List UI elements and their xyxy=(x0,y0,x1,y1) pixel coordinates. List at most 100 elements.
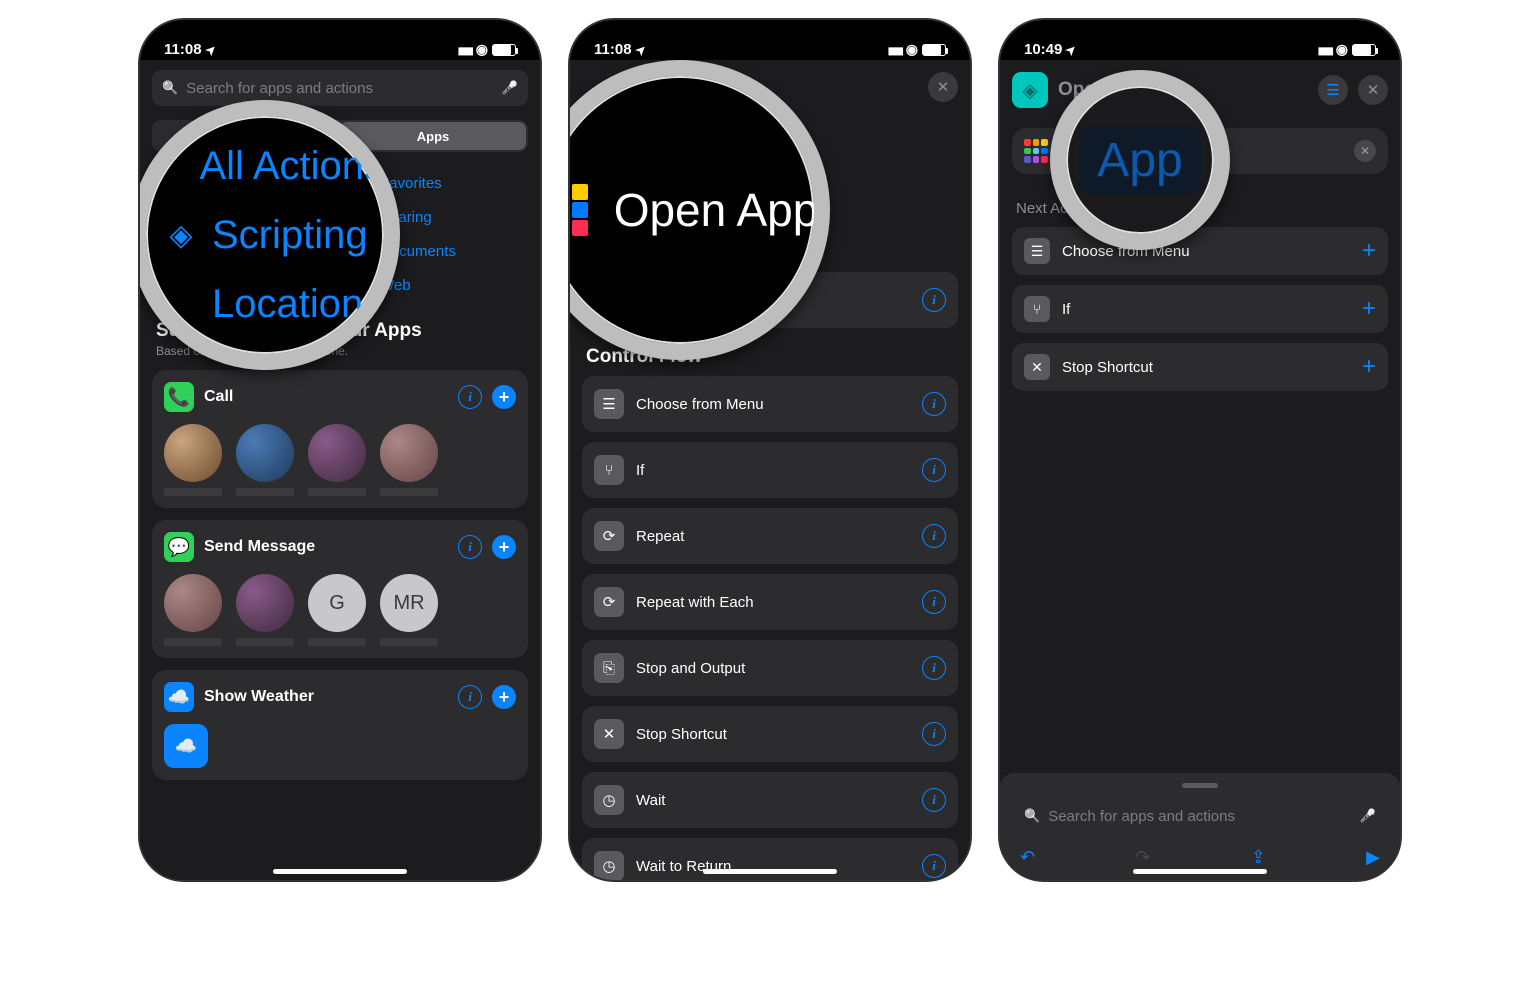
magnifier-lens: All Actions ◈Scripting Location xyxy=(140,100,400,370)
settings-button[interactable]: ☰ xyxy=(1318,75,1348,105)
search-input[interactable] xyxy=(1048,808,1352,825)
cellular-icon xyxy=(458,41,472,58)
row-repeat-each[interactable]: ⟳Repeat with Eachi xyxy=(582,574,958,630)
scripting-icon: ◈ xyxy=(164,218,198,252)
card-title: Call xyxy=(204,388,448,406)
contact-item[interactable] xyxy=(164,424,222,496)
avatar xyxy=(236,424,294,482)
contact-item[interactable] xyxy=(236,574,294,646)
seg-apps[interactable]: Apps xyxy=(340,122,526,150)
redo-button: ↷ xyxy=(1135,847,1150,868)
card-title: Send Message xyxy=(204,538,448,556)
contact-item[interactable]: MR xyxy=(380,574,438,646)
row-stop-shortcut[interactable]: ✕Stop Shortcut+ xyxy=(1012,343,1388,391)
add-button[interactable]: + xyxy=(1362,237,1376,265)
app-grid-icon xyxy=(570,184,588,236)
list-icon xyxy=(164,149,185,183)
card-show-weather[interactable]: ☁️ Show Weather i + ☁️ xyxy=(152,670,528,780)
run-button[interactable]: ▶ xyxy=(1366,847,1380,868)
battery-icon xyxy=(492,44,516,56)
search-bar[interactable] xyxy=(1014,798,1386,834)
weather-shortcut-icon[interactable]: ☁️ xyxy=(164,724,208,768)
close-button[interactable]: ✕ xyxy=(1358,75,1388,105)
add-button[interactable]: + xyxy=(1362,353,1376,381)
phone-screen-2: 11:08 ✕ ☰ en Content i Control Flow ☰Cho… xyxy=(570,20,970,880)
contact-name xyxy=(380,638,438,646)
shortcut-icon[interactable]: ◈ xyxy=(1012,72,1048,108)
info-button[interactable]: i xyxy=(922,458,946,482)
lens-text: Location xyxy=(212,282,363,327)
add-button[interactable]: + xyxy=(1362,295,1376,323)
info-button[interactable]: i xyxy=(922,854,946,878)
info-button[interactable]: i xyxy=(922,722,946,746)
info-button[interactable]: i xyxy=(922,788,946,812)
avatar xyxy=(236,574,294,632)
contact-name xyxy=(236,638,294,646)
contact-item[interactable] xyxy=(380,424,438,496)
search-icon xyxy=(162,79,178,97)
grabber[interactable] xyxy=(1182,783,1218,788)
contact-item[interactable] xyxy=(236,424,294,496)
info-button[interactable]: i xyxy=(458,535,482,559)
undo-button[interactable]: ↶ xyxy=(1020,847,1035,868)
share-button[interactable]: ⇪ xyxy=(1251,847,1266,868)
row-repeat[interactable]: ⟳Repeati xyxy=(582,508,958,564)
stop-icon: ✕ xyxy=(594,719,624,749)
info-button[interactable]: i xyxy=(922,590,946,614)
battery-icon xyxy=(922,44,946,56)
contact-item[interactable] xyxy=(164,574,222,646)
battery-icon xyxy=(1352,44,1376,56)
add-button[interactable]: + xyxy=(492,685,516,709)
menu-icon: ☰ xyxy=(594,389,624,419)
weather-app-icon: ☁️ xyxy=(164,682,194,712)
add-button[interactable]: + xyxy=(492,385,516,409)
mic-icon[interactable] xyxy=(1360,807,1376,825)
location-services-icon xyxy=(632,41,646,58)
info-button[interactable]: i xyxy=(922,524,946,548)
repeat-icon: ⟳ xyxy=(594,521,624,551)
row-wait[interactable]: ◷Waiti xyxy=(582,772,958,828)
search-bar[interactable] xyxy=(152,70,528,106)
home-indicator[interactable] xyxy=(703,869,837,874)
card-send-message[interactable]: 💬 Send Message i + G MR xyxy=(152,520,528,658)
avatar xyxy=(164,424,222,482)
row-stop-output[interactable]: ⎘Stop and Outputi xyxy=(582,640,958,696)
contact-item[interactable] xyxy=(308,424,366,496)
magnifier-lens: App xyxy=(1050,70,1230,250)
card-call[interactable]: 📞 Call i + xyxy=(152,370,528,508)
info-button[interactable]: i xyxy=(458,385,482,409)
avatar xyxy=(308,424,366,482)
info-button[interactable]: i xyxy=(458,685,482,709)
info-button[interactable]: i xyxy=(922,656,946,680)
row-choose-from-menu[interactable]: ☰Choose from Menu+ xyxy=(1012,227,1388,275)
status-time: 11:08 xyxy=(164,41,202,58)
row-choose-from-menu[interactable]: ☰Choose from Menui xyxy=(582,376,958,432)
mic-icon[interactable] xyxy=(502,79,518,97)
search-input[interactable] xyxy=(186,80,494,97)
row-if[interactable]: ⑂If+ xyxy=(1012,285,1388,333)
location-services-icon xyxy=(202,41,216,58)
pin-icon xyxy=(164,287,198,321)
wifi-icon xyxy=(906,41,918,58)
notch xyxy=(1110,20,1290,48)
bottom-sheet[interactable]: ↶ ↷ ⇪ ▶ xyxy=(1000,773,1400,880)
row-if[interactable]: ⑂Ifi xyxy=(582,442,958,498)
wifi-icon xyxy=(1336,41,1348,58)
info-button[interactable]: i xyxy=(922,392,946,416)
home-indicator[interactable] xyxy=(1133,869,1267,874)
status-time: 11:08 xyxy=(594,41,632,58)
contact-name xyxy=(164,488,222,496)
contact-item[interactable]: G xyxy=(308,574,366,646)
avatar-initials: G xyxy=(308,574,366,632)
add-button[interactable]: + xyxy=(492,535,516,559)
lens-text: All Actions xyxy=(199,144,384,189)
info-button[interactable]: i xyxy=(922,288,946,312)
wifi-icon xyxy=(476,41,488,58)
home-indicator[interactable] xyxy=(273,869,407,874)
status-time: 10:49 xyxy=(1024,41,1062,58)
branch-icon: ⑂ xyxy=(594,455,624,485)
remove-action-button[interactable]: ✕ xyxy=(1354,140,1376,162)
close-button[interactable]: ✕ xyxy=(928,72,958,102)
phone-app-icon: 📞 xyxy=(164,382,194,412)
row-stop-shortcut[interactable]: ✕Stop Shortcuti xyxy=(582,706,958,762)
